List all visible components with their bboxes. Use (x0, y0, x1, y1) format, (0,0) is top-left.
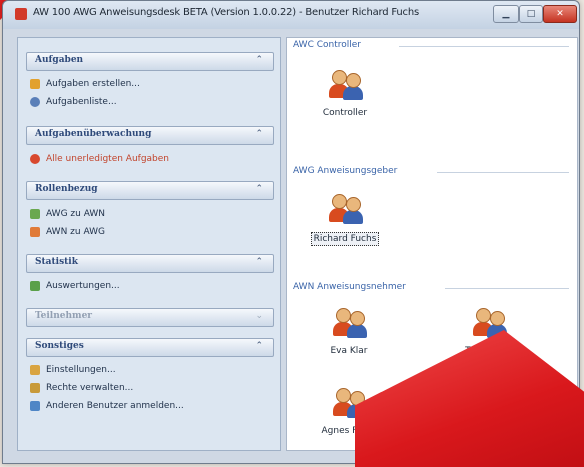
chevron-up-icon[interactable]: ⌃ (255, 184, 263, 194)
user-name: Eva Klar (330, 346, 368, 356)
nav-label: Auswertungen... (46, 281, 120, 291)
role-link-icon (30, 209, 40, 219)
new-task-icon (30, 79, 40, 89)
minimize-button[interactable]: ▁ (493, 5, 519, 23)
group-divider (445, 288, 569, 289)
maximize-button[interactable]: □ (519, 5, 543, 23)
section-label: Rollenbezug (35, 184, 98, 194)
user-name: Controller (322, 108, 368, 118)
switch-user-icon (30, 401, 40, 411)
section-statistik[interactable]: Statistik ⌃ (26, 254, 274, 273)
settings-icon (30, 365, 40, 375)
section-aufgabenueberwachung[interactable]: Aufgabenüberwachung ⌃ (26, 126, 274, 145)
nav-label: Einstellungen... (46, 365, 116, 375)
chevron-up-icon[interactable]: ⌃ (255, 257, 263, 267)
nav-label: Aufgabenliste... (46, 97, 117, 107)
nav-awn-zu-awg[interactable]: AWN zu AWG (30, 224, 105, 240)
nav-label: Alle unerledigten Aufgaben (46, 154, 170, 164)
nav-rechte-verwalten[interactable]: Rechte verwalten... (30, 380, 133, 396)
user-tile-eva-klar[interactable]: Eva Klar (309, 304, 389, 356)
nav-unerledigte-aufgaben[interactable]: Alle unerledigten Aufgaben (30, 151, 169, 167)
section-label: Teilnehmer (35, 311, 93, 321)
window-title: AW 100 AWG Anweisungsdesk BETA (Version … (33, 7, 419, 18)
chevron-up-icon[interactable]: ⌃ (255, 55, 263, 65)
nav-label: Anderen Benutzer anmelden... (46, 401, 184, 411)
user-tile-controller[interactable]: Controller (305, 66, 385, 118)
user-name: Richard Fuchs (310, 232, 380, 246)
chevron-up-icon[interactable]: ⌃ (255, 129, 263, 139)
group-label-taker: AWN Anweisungsnehmer (293, 282, 406, 292)
section-rollenbezug[interactable]: Rollenbezug ⌃ (26, 181, 274, 200)
rights-icon (30, 383, 40, 393)
close-button[interactable]: ✕ (543, 5, 577, 23)
user-group-icon (325, 190, 365, 224)
nav-auswertungen[interactable]: Auswertungen... (30, 278, 120, 294)
section-label: Aufgaben (35, 55, 84, 65)
maximize-icon: □ (526, 9, 536, 19)
nav-aufgaben-erstellen[interactable]: Aufgaben erstellen... (30, 76, 140, 92)
nav-label: Rechte verwalten... (46, 383, 134, 393)
app-icon (15, 8, 27, 20)
alert-icon (30, 154, 40, 164)
nav-label: AWG zu AWN (46, 209, 105, 219)
title-bar: AW 100 AWG Anweisungsdesk BETA (Version … (3, 1, 579, 29)
nav-aufgabenliste[interactable]: Aufgabenliste... (30, 94, 117, 110)
nav-einstellungen[interactable]: Einstellungen... (30, 362, 116, 378)
user-tile-richard-fuchs[interactable]: Richard Fuchs (305, 190, 385, 246)
nav-label: Aufgaben erstellen... (46, 79, 140, 89)
nav-awg-zu-awn[interactable]: AWG zu AWN (30, 206, 105, 222)
role-link-reverse-icon (30, 227, 40, 237)
group-divider (399, 46, 569, 47)
section-label: Aufgabenüberwachung (35, 129, 152, 139)
user-group-icon (325, 66, 365, 100)
section-teilnehmer[interactable]: Teilnehmer ⌄ (26, 308, 274, 327)
task-list-icon (30, 97, 40, 107)
nav-anderen-benutzer-anmelden[interactable]: Anderen Benutzer anmelden... (30, 398, 184, 414)
chart-icon (30, 281, 40, 291)
nav-label: AWN zu AWG (46, 227, 105, 237)
group-divider (437, 172, 569, 173)
group-label-giver: AWG Anweisungsgeber (293, 166, 398, 176)
minimize-icon: ▁ (502, 9, 510, 19)
section-label: Statistik (35, 257, 78, 267)
section-aufgaben[interactable]: Aufgaben ⌃ (26, 52, 274, 71)
chevron-down-icon[interactable]: ⌄ (255, 311, 263, 321)
group-label-controller: AWC Controller (293, 40, 361, 50)
user-group-icon (329, 304, 369, 338)
section-label: Sonstiges (35, 341, 84, 351)
task-pane: Aufgaben ⌃ Aufgaben erstellen... Aufgabe… (17, 37, 281, 451)
section-sonstiges[interactable]: Sonstiges ⌃ (26, 338, 274, 357)
close-icon: ✕ (556, 9, 564, 19)
chevron-up-icon[interactable]: ⌃ (255, 341, 263, 351)
